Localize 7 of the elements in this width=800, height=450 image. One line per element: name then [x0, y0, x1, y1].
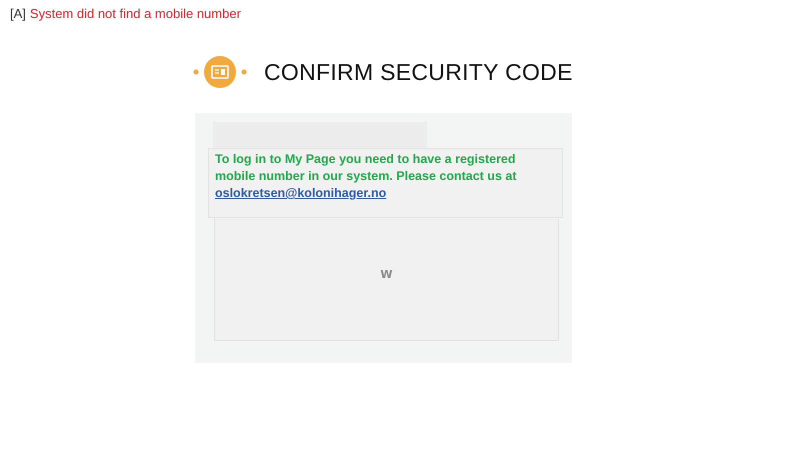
overlay-text: W [380, 268, 393, 281]
page-title: CONFIRM SECURITY CODE [264, 58, 573, 86]
info-message: To log in to My Page you need to have a registered mobile number in our system. Please contact us at oslokretsen@kolonihager.no [215, 151, 518, 202]
error-message: System did not find a mobile number [30, 6, 241, 21]
id-card-icon [192, 54, 248, 90]
notice-tag: [A] [10, 6, 26, 21]
email-link[interactable]: oslokretsen@kolonihager.no [215, 186, 386, 200]
